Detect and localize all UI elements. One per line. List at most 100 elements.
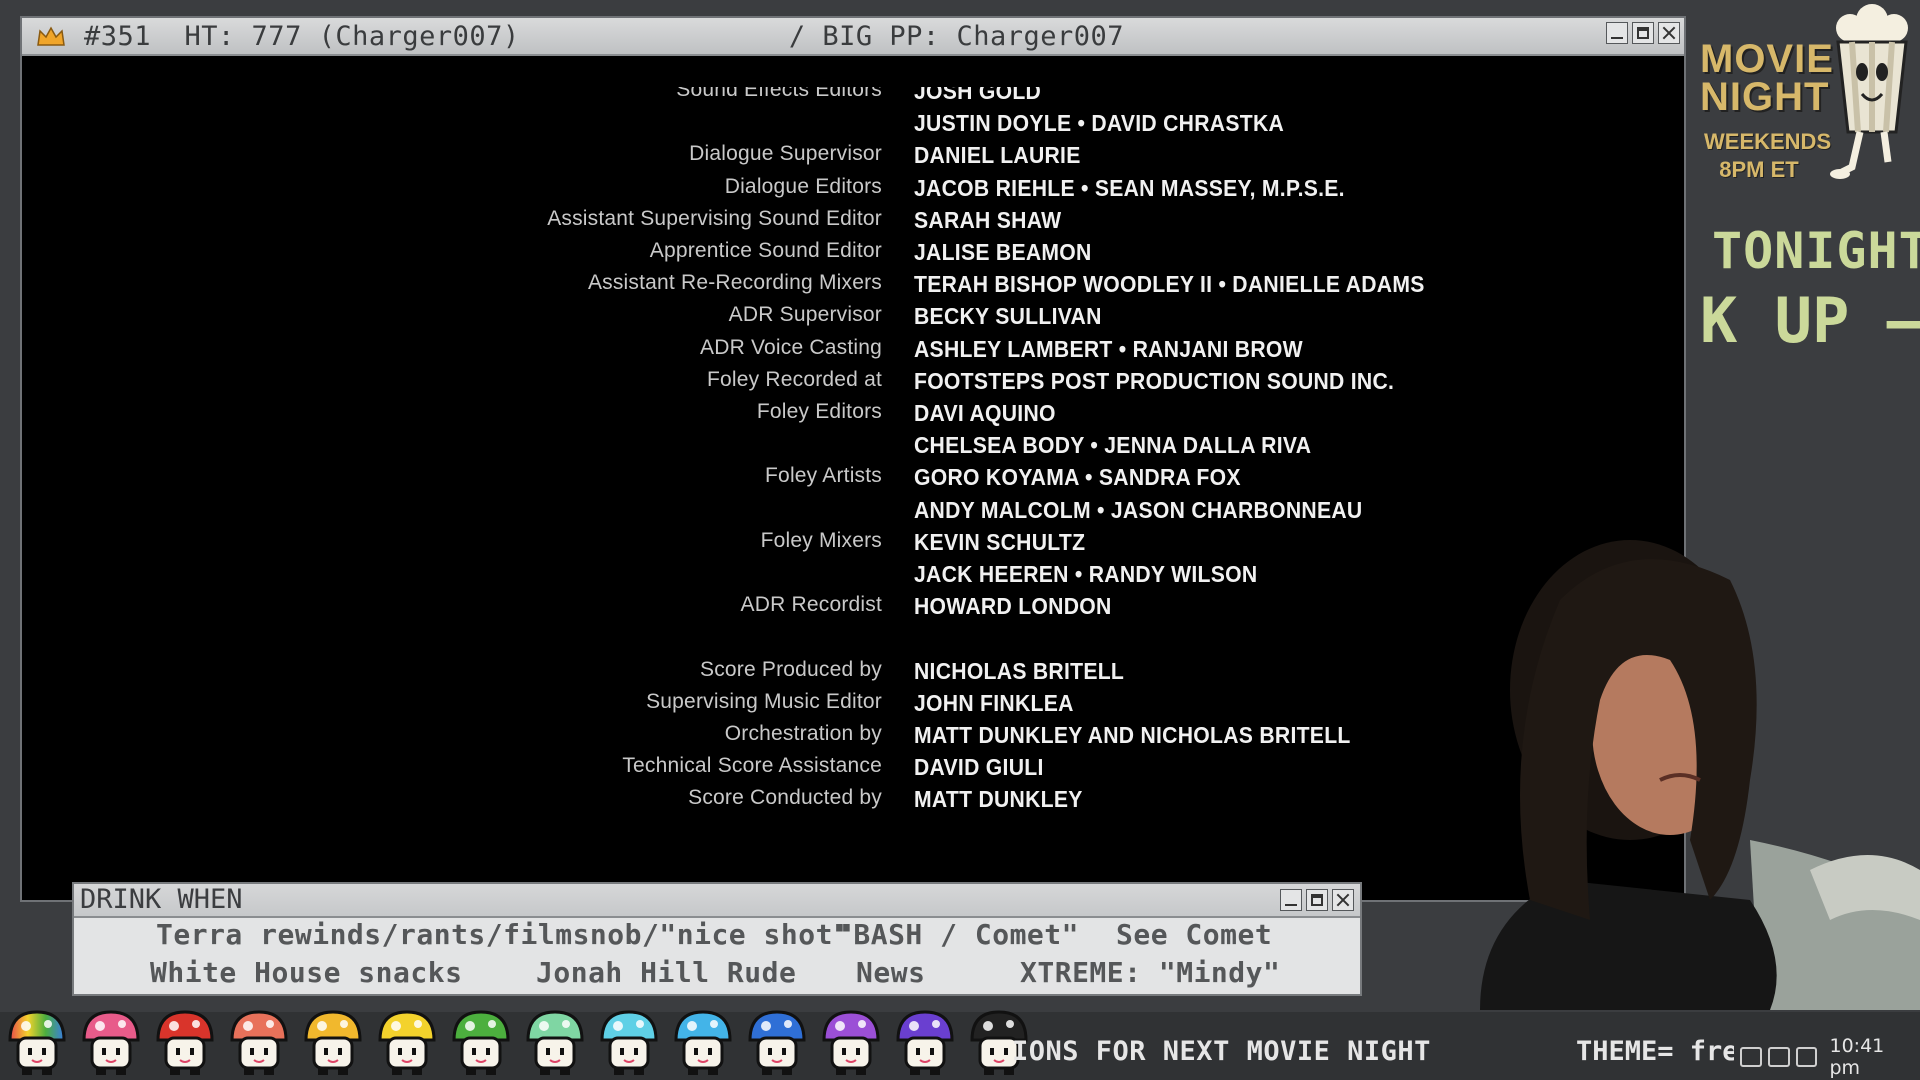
drink-panel-controls: [1280, 889, 1354, 911]
credit-row: Foley Artists GORO KOYAMA • SANDRA FOX: [22, 464, 1684, 496]
credit-row: Foley Recorded at FOOTSTEPS POST PRODUCTI…: [22, 368, 1684, 400]
mushroom-sprite-icon: [230, 1010, 288, 1075]
mushroom-sprite-icon: [378, 1010, 436, 1075]
drink-rule: White House snacks: [150, 956, 463, 989]
drink-close-button[interactable]: [1332, 889, 1354, 911]
credit-row: Dialogue Supervisor DANIEL LAURIE: [22, 142, 1684, 174]
credit-role: Foley Editors: [756, 400, 882, 423]
credit-role: ADR Supervisor: [728, 303, 882, 327]
logo-line-1: MOVIE: [1700, 37, 1834, 81]
credit-row: ANDY MALCOLM • JASON CHARBONNEAU: [22, 497, 1684, 529]
credit-row: Apprentice Sound Editor JALISE BEAMON: [22, 239, 1684, 271]
credit-role: Dialogue Supervisor: [689, 142, 882, 166]
credit-names: JALISE BEAMON: [914, 239, 1092, 265]
tonight-label: TONIGHT:: [1712, 222, 1920, 280]
window-controls: [1606, 22, 1680, 44]
display-icon[interactable]: [1795, 1047, 1818, 1067]
mushroom-sprite-icon: [748, 1010, 806, 1075]
credit-row: Assistant Re-Recording Mixers TERAH BISHO…: [22, 271, 1684, 303]
credit-row: CHELSEA BODY • JENNA DALLA RIVA: [22, 432, 1684, 464]
close-button[interactable]: [1658, 22, 1680, 44]
mushroom-sprite-icon: [82, 1010, 140, 1075]
credit-names: HOWARD LONDON: [914, 593, 1112, 620]
mushroom-sprite-icon: [896, 1010, 954, 1075]
mushroom-sprite-row: [4, 1006, 1032, 1080]
credit-names: KEVIN SCHULTZ: [914, 528, 1086, 555]
mushroom-sprite-icon: [156, 1010, 214, 1075]
player-titlebar[interactable]: #351 HT: 777 (Charger007) / BIG PP: Char…: [22, 18, 1684, 56]
credit-row: ADR Voice Casting ASHLEY LAMBERT • RANJAN…: [22, 336, 1684, 368]
logo-sub-2: 8PM ET: [1719, 157, 1799, 182]
volume-icon[interactable]: [1767, 1047, 1790, 1067]
mushroom-sprite-icon: [674, 1010, 732, 1075]
drink-rule: XTREME: "Mindy": [1020, 956, 1281, 989]
drink-rule: Terra rewinds/rants/filmsnob/"nice shot": [156, 918, 851, 951]
drink-rule: News: [856, 956, 926, 989]
credit-role: Dialogue Editors: [724, 174, 882, 198]
clock: 10:41 pm: [1829, 1035, 1885, 1079]
mushroom-sprite-icon: [304, 1010, 362, 1075]
credit-names: MATT DUNKLEY: [914, 786, 1083, 813]
credit-role: Sound Effects Editors: [676, 78, 882, 101]
credit-role: Foley Recorded at: [707, 367, 882, 391]
drink-rule: See Comet: [1116, 918, 1273, 951]
system-tray: 10:41 pm: [1740, 1035, 1920, 1079]
credit-role: Supervising Music Editor: [646, 689, 882, 713]
credit-names: SARAH SHAW: [914, 206, 1062, 233]
credit-role: Assistant Supervising Sound Editor: [547, 206, 882, 230]
credit-names: JACOB RIEHLE • SEAN MASSEY, M.P.S.E.: [914, 174, 1345, 201]
credit-role: Apprentice Sound Editor: [649, 239, 882, 262]
credit-names: DANIEL LAURIE: [914, 142, 1081, 169]
credit-role: Score Conducted by: [688, 786, 882, 810]
credit-names: CHELSEA BODY • JENNA DALLA RIVA: [914, 432, 1312, 459]
credit-role: Orchestration by: [724, 722, 882, 745]
drink-when-panel: DRINK WHEN Terra rewinds/rants/filmsnob/…: [72, 882, 1362, 996]
credit-role: Foley Mixers: [760, 528, 882, 552]
credit-names: MATT DUNKLEY AND NICHOLAS BRITELL: [914, 722, 1351, 748]
credit-row: Foley Editors DAVI AQUINO: [22, 400, 1684, 432]
credit-row: Assistant Supervising Sound Editor SARAH …: [22, 207, 1684, 239]
credit-names: ANDY MALCOLM • JASON CHARBONNEAU: [914, 496, 1363, 523]
credit-names: JOHN FINKLEA: [914, 689, 1074, 716]
credit-names: NICHOLAS BRITELL: [914, 657, 1125, 684]
credit-names: GORO KOYAMA • SANDRA FOX: [914, 464, 1241, 491]
webcam-feed: [1480, 540, 1920, 1010]
logo-title: MOVIE NIGHT: [1700, 37, 1834, 119]
window-title-left: #351 HT: 777 (Charger007): [84, 20, 520, 52]
credit-role: ADR Voice Casting: [700, 335, 882, 359]
maximize-button[interactable]: [1632, 22, 1654, 44]
mushroom-sprite-icon: [8, 1010, 66, 1075]
credit-names: JOSH GOLD: [914, 78, 1042, 104]
drink-minimize-button[interactable]: [1280, 889, 1302, 911]
mushroom-sprite-icon: [600, 1010, 658, 1075]
crown-icon: [37, 26, 65, 46]
credit-names: BECKY SULLIVAN: [914, 303, 1102, 330]
credit-names: FOOTSTEPS POST PRODUCTION SOUND INC.: [914, 367, 1395, 394]
credit-names: ASHLEY LAMBERT • RANJANI BROW: [914, 335, 1303, 362]
mushroom-sprite-icon: [822, 1010, 880, 1075]
credit-names: DAVID GIULI: [914, 754, 1044, 781]
network-icon[interactable]: [1740, 1047, 1762, 1067]
window-title-right: / BIG PP: Charger007: [788, 20, 1124, 52]
credit-names: JACK HEEREN • RANDY WILSON: [914, 561, 1258, 587]
drink-when-title[interactable]: DRINK WHEN: [74, 884, 1360, 918]
credit-names: DAVI AQUINO: [914, 400, 1056, 426]
credit-role: ADR Recordist: [740, 593, 882, 617]
credit-names: TERAH BISHOP WOODLEY II • DANIELLE ADAMS: [914, 271, 1425, 298]
movie-night-logo: MOVIE NIGHT WEEKENDS 8PM ET: [1700, 4, 1920, 190]
minimize-button[interactable]: [1606, 22, 1628, 44]
credit-names: JUSTIN DOYLE • DAVID CHRASTKA: [914, 110, 1285, 137]
popcorn-mascot-icon: [1830, 4, 1908, 179]
credit-row: Sound Effects Editors JOSH GOLD: [22, 78, 1684, 110]
theme-label: THEME= fre: [1576, 1036, 1734, 1067]
logo-sub-1: WEEKENDS: [1704, 129, 1832, 154]
logo-line-2: NIGHT: [1700, 75, 1830, 119]
credit-role: Score Produced by: [699, 657, 882, 681]
mushroom-sprite-icon: [526, 1010, 584, 1075]
credit-row: ADR Supervisor BECKY SULLIVAN: [22, 303, 1684, 335]
drink-rule: "BASH / Comet": [836, 918, 1080, 951]
drink-maximize-button[interactable]: [1306, 889, 1328, 911]
mushroom-sprite-icon: [452, 1010, 510, 1075]
drink-rule: Jonah Hill Rude: [536, 956, 797, 989]
credit-role: Assistant Re-Recording Mixers: [587, 271, 882, 295]
